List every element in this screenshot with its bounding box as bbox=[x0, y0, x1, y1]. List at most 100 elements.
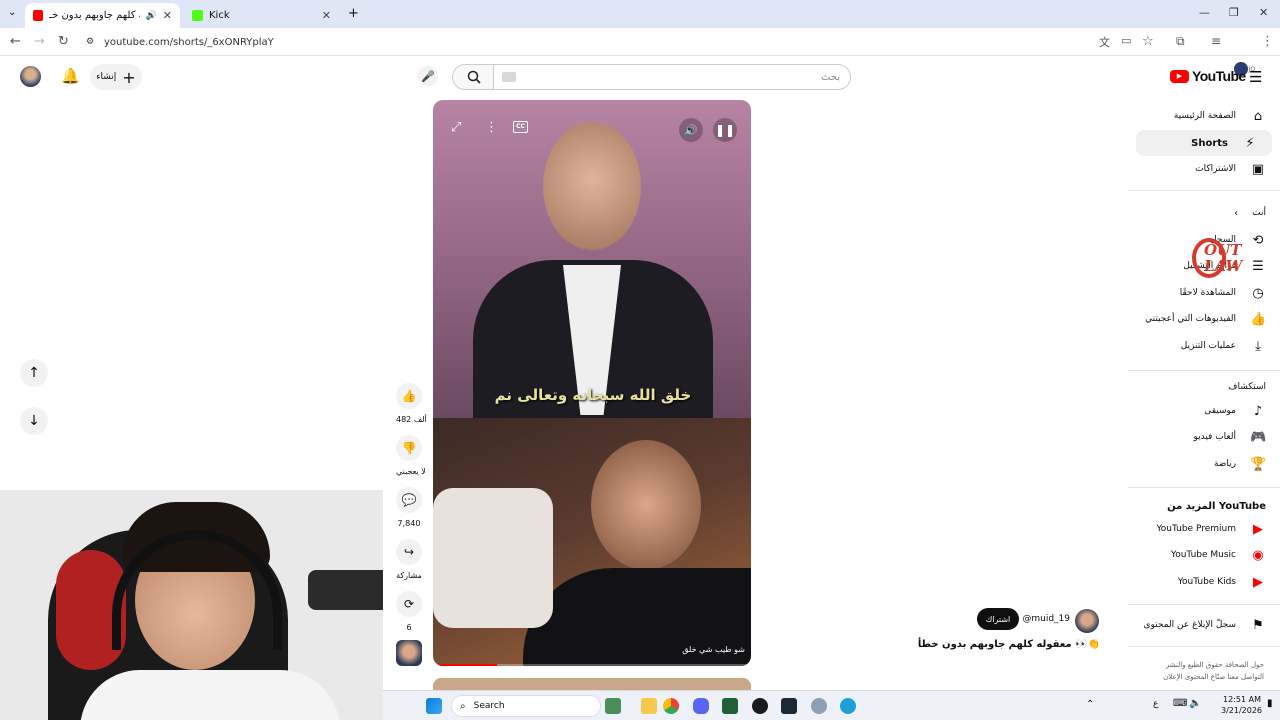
sidebar-item-liked[interactable]: الفيديوهات التي أعجبتني 👍 bbox=[1130, 306, 1280, 332]
outlaw-watermark-logo: OUT LAW bbox=[1192, 236, 1262, 280]
share-button[interactable]: ↪ bbox=[396, 539, 422, 565]
sidebar-item-youtube-kids[interactable]: YouTube Kids ▶ bbox=[1130, 569, 1280, 595]
discord-icon[interactable] bbox=[693, 698, 709, 714]
comments-button[interactable]: 💬 bbox=[396, 487, 422, 513]
restore-icon[interactable]: ❐ bbox=[1229, 6, 1239, 19]
settings-icon[interactable] bbox=[811, 698, 827, 714]
shorts-video-player[interactable]: خلق الله سبحانه وتعالى نم شو طيب شي خلق … bbox=[433, 100, 751, 666]
channel-avatar-thumb[interactable] bbox=[396, 640, 422, 666]
create-button[interactable]: إنشاء + bbox=[90, 64, 142, 90]
reading-list-icon[interactable]: ≡ bbox=[1211, 34, 1221, 48]
section-heading: أنت bbox=[1252, 208, 1266, 218]
windows-taskbar: ⌕ Search ⌃ ع ⌨ 🔈 12:51 AM 3/21/2026 ▮ bbox=[383, 690, 1280, 720]
new-tab-icon[interactable]: + bbox=[348, 6, 359, 21]
remix-icon: ⟳ bbox=[403, 597, 415, 611]
microphone-arm bbox=[308, 570, 383, 610]
input-language[interactable]: ع bbox=[1153, 699, 1158, 709]
watch-later-icon: ◷ bbox=[1252, 285, 1264, 301]
comments-action: 💬 7,840 bbox=[396, 487, 422, 528]
clock-time: 12:51 AM bbox=[1223, 695, 1261, 704]
sidebar-item-downloads[interactable]: عمليات التنزيل ⤓ bbox=[1130, 333, 1280, 359]
plus-icon: + bbox=[122, 67, 136, 87]
sidebar-item-shorts[interactable]: Shorts ⚡ bbox=[1136, 130, 1272, 156]
taskbar-clock[interactable]: 12:51 AM 3/21/2026 bbox=[1221, 694, 1262, 716]
like-count: 482 ألف bbox=[396, 415, 427, 424]
notification-center-icon[interactable]: ▮ bbox=[1267, 698, 1273, 709]
site-info-icon[interactable]: ⚙ bbox=[86, 37, 94, 47]
url-field[interactable]: ⚙ youtube.com/shorts/_6xONRYplaY bbox=[78, 32, 1088, 52]
sidebar-item-music[interactable]: موسيقى ♪ bbox=[1130, 398, 1280, 424]
subscriptions-icon: ▣ bbox=[1251, 161, 1265, 177]
sidebar-item-youtube-music[interactable]: YouTube Music ◉ bbox=[1130, 542, 1280, 568]
hamburger-menu-icon[interactable]: ☰ bbox=[1249, 68, 1262, 86]
fullscreen-icon[interactable]: ⤢ bbox=[451, 120, 461, 135]
voice-search-icon[interactable]: 🎤 bbox=[418, 66, 438, 86]
sidebar-item-youtube-premium[interactable]: YouTube Premium ▶ bbox=[1130, 516, 1280, 542]
notifications-bell-icon[interactable]: 🔔 bbox=[61, 67, 80, 85]
tab-youtube[interactable]: معقوله كلهم جاوبهم بدون خـ 🔊 ✕ bbox=[25, 3, 180, 28]
task-view-icon[interactable] bbox=[605, 698, 621, 714]
search-button[interactable] bbox=[452, 64, 494, 90]
more-options-icon[interactable]: ⋮ bbox=[485, 120, 498, 135]
progress-bar[interactable] bbox=[433, 664, 751, 666]
download-icon: ⤓ bbox=[1255, 338, 1261, 354]
next-short-button[interactable]: ↓ bbox=[20, 407, 48, 435]
reload-icon[interactable]: ↻ bbox=[58, 34, 69, 49]
chrome-icon[interactable] bbox=[663, 698, 679, 714]
like-button[interactable]: 👍 bbox=[396, 383, 422, 409]
sidebar-item-watch-later[interactable]: المشاهدة لاحقًا ◷ bbox=[1130, 280, 1280, 306]
edge-icon[interactable] bbox=[840, 698, 856, 714]
progress-fill bbox=[433, 664, 497, 666]
cast-icon[interactable]: ▭ bbox=[1121, 34, 1131, 47]
search-input[interactable]: بحث bbox=[493, 64, 851, 90]
tab-kick[interactable]: Kick ✕ bbox=[184, 3, 339, 28]
minimize-icon[interactable]: — bbox=[1199, 6, 1210, 19]
back-icon[interactable]: ← bbox=[10, 34, 21, 49]
taskbar-search[interactable]: ⌕ Search bbox=[451, 695, 601, 717]
bookmark-star-icon[interactable]: ☆ bbox=[1142, 34, 1154, 49]
close-window-icon[interactable]: ✕ bbox=[1259, 6, 1268, 19]
gaming-icon: 🎮 bbox=[1250, 429, 1267, 445]
dislike-button[interactable]: 👎 bbox=[396, 435, 422, 461]
next-video-preview[interactable] bbox=[433, 678, 751, 690]
terminal-icon[interactable] bbox=[722, 698, 738, 714]
tab-list-chevron-icon[interactable]: ⌄ bbox=[8, 7, 16, 18]
logo-text: YouTube bbox=[1192, 68, 1246, 84]
forward-icon[interactable]: → bbox=[34, 34, 45, 49]
translate-icon[interactable]: 文 bbox=[1099, 34, 1110, 50]
sidebar-item-home[interactable]: الصفحة الرئيسية ⌂ bbox=[1130, 103, 1280, 129]
browser-menu-icon[interactable]: ⋮ bbox=[1261, 34, 1274, 49]
search-icon bbox=[467, 70, 481, 84]
channel-handle[interactable]: @muid_19 bbox=[1020, 614, 1070, 624]
sidebar-item-gaming[interactable]: ألعاب فيديو 🎮 bbox=[1130, 424, 1280, 450]
steam-icon[interactable] bbox=[752, 698, 768, 714]
sidebar-item-report-history[interactable]: سجلّ الإبلاغ عن المحتوى ⚑ bbox=[1130, 612, 1280, 638]
remix-action: ⟳ 6 bbox=[396, 591, 422, 632]
previous-short-button[interactable]: ↑ bbox=[20, 359, 48, 387]
remix-button[interactable]: ⟳ bbox=[396, 591, 422, 617]
file-explorer-icon[interactable] bbox=[641, 698, 657, 714]
network-icon[interactable]: ⌨ bbox=[1173, 698, 1187, 709]
extensions-icon[interactable]: ⧉ bbox=[1176, 34, 1185, 49]
sidebar-item-subscriptions[interactable]: الاشتراكات ▣ bbox=[1130, 156, 1280, 182]
chevron-up-icon[interactable]: ⌃ bbox=[1086, 699, 1094, 710]
captions-button[interactable]: CC bbox=[513, 121, 528, 133]
youtube-logo[interactable]: ▶ YouTube JO bbox=[1170, 66, 1255, 84]
volume-tray-icon[interactable]: 🔈 bbox=[1189, 698, 1201, 709]
steam-alt-icon[interactable] bbox=[781, 698, 797, 714]
sidebar-footer-links[interactable]: حول الصحافة حقوق الطبع والنشر التواصل مع… bbox=[1134, 659, 1264, 683]
pause-icon[interactable]: ❚❚ bbox=[713, 118, 737, 142]
sidebar-you-heading[interactable]: ‹ أنت bbox=[1130, 200, 1280, 226]
sidebar-explore-heading: استكشاف bbox=[1130, 374, 1280, 400]
close-tab-icon[interactable]: ✕ bbox=[163, 9, 172, 22]
keyboard-icon[interactable] bbox=[502, 72, 516, 82]
search-icon: ⌕ bbox=[460, 700, 466, 712]
user-avatar[interactable] bbox=[20, 66, 41, 87]
volume-icon[interactable]: 🔊 bbox=[679, 118, 703, 142]
windows-start-icon[interactable] bbox=[426, 698, 442, 714]
youtube-kids-icon: ▶ bbox=[1253, 574, 1263, 590]
close-tab-icon[interactable]: ✕ bbox=[322, 9, 331, 22]
channel-avatar[interactable] bbox=[1075, 609, 1099, 633]
subscribe-button[interactable]: اشتراك bbox=[977, 608, 1019, 630]
sidebar-item-sports[interactable]: رياضة 🏆 bbox=[1130, 451, 1280, 477]
